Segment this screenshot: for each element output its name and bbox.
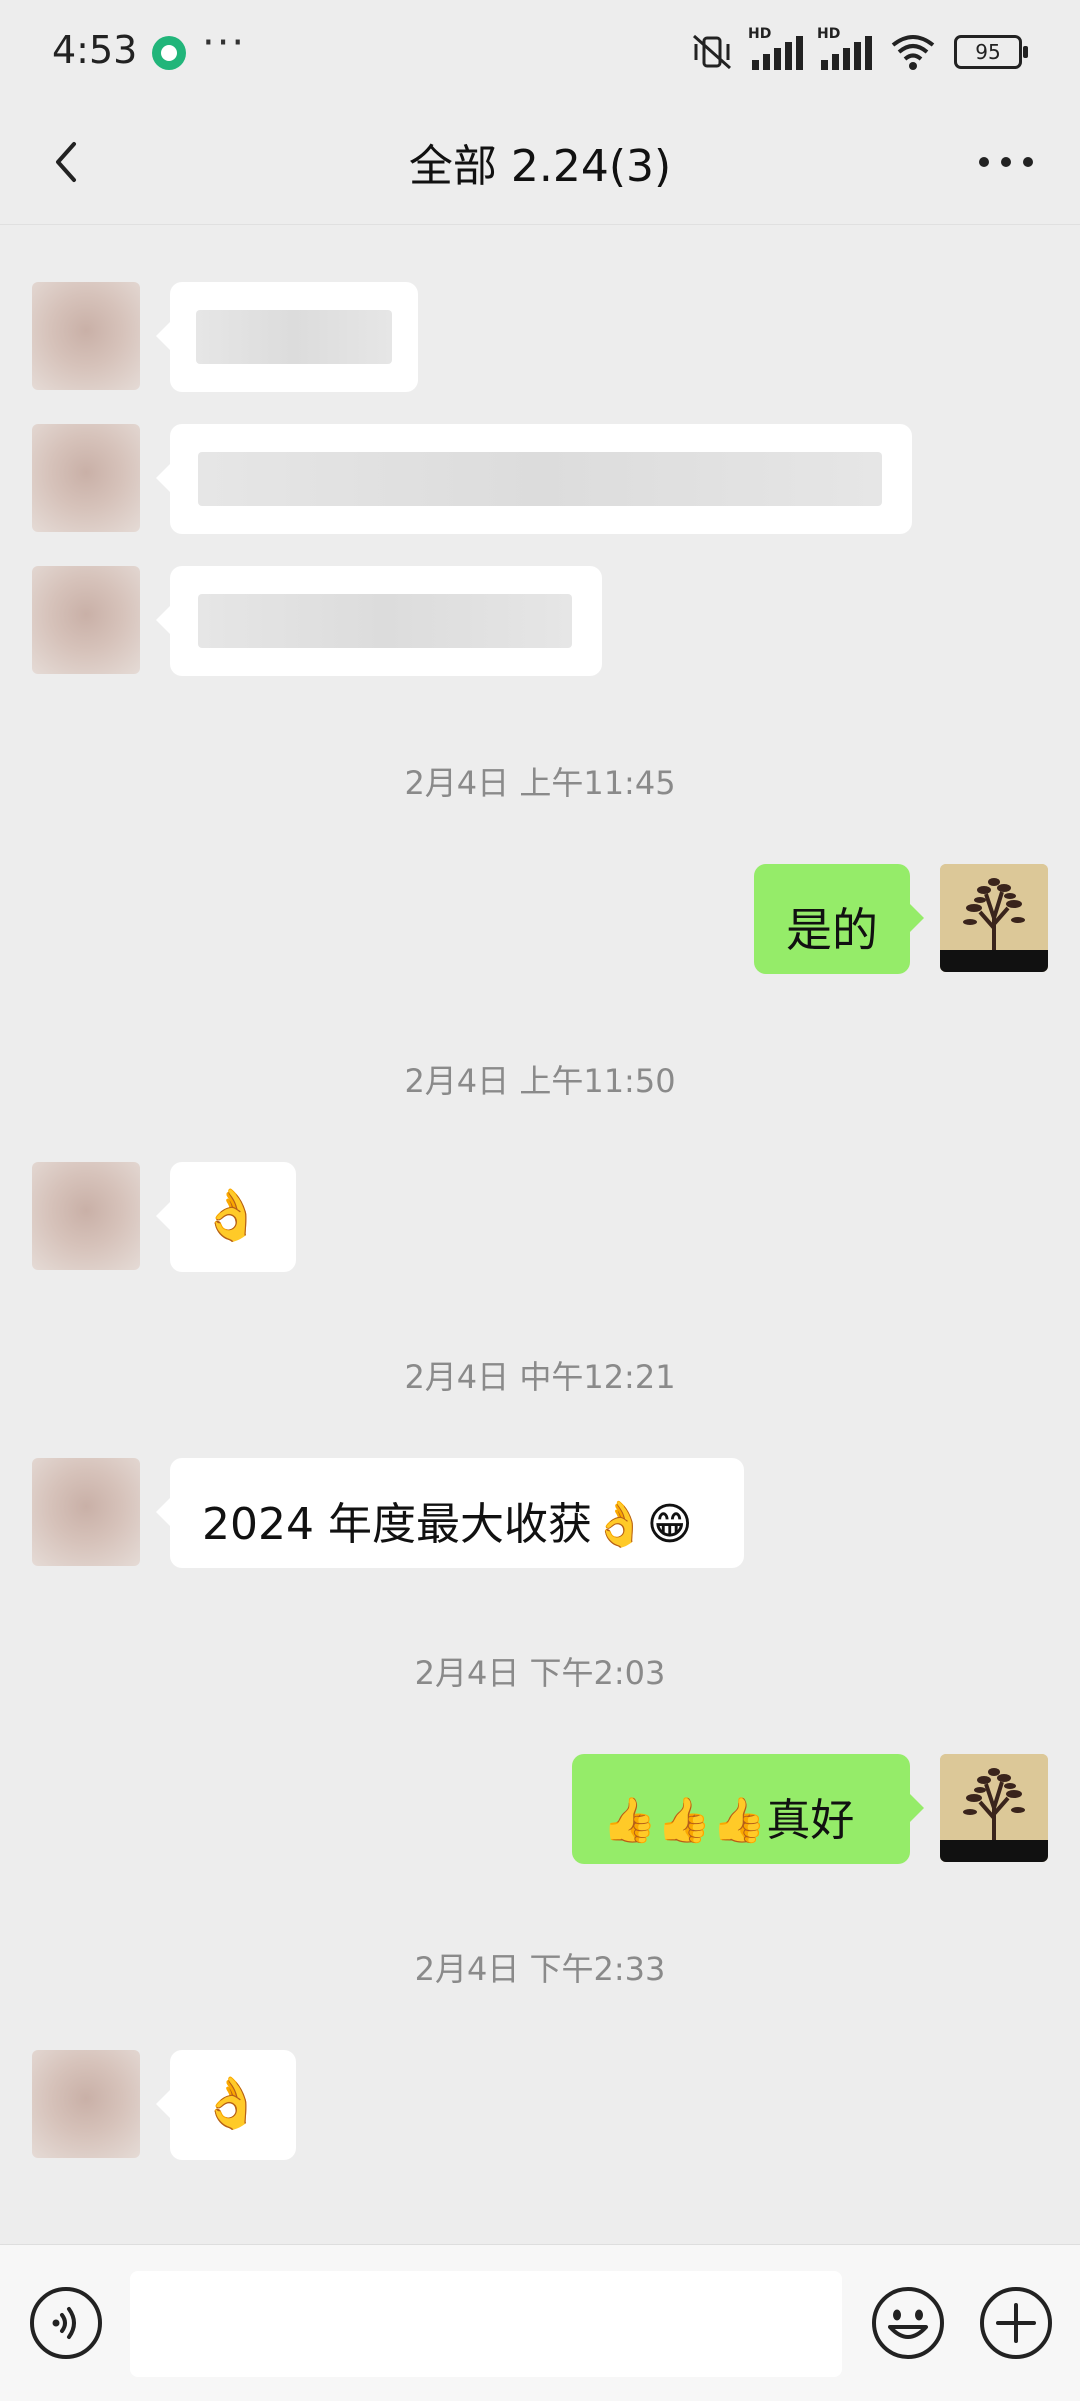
timestamp: 2月4日 上午11:50 [404, 1062, 676, 1100]
more-notifications-icon: ··· [202, 20, 247, 66]
composer-bar [0, 2244, 1080, 2401]
contact-avatar[interactable] [32, 424, 140, 532]
message-bubble[interactable]: 👌 [156, 1162, 296, 1272]
message-list[interactable]: 2月4日 上午11:45 是的 2月4日 上午11:50 👌 2月4日 中午12… [0, 224, 1080, 2244]
contact-avatar[interactable] [32, 282, 140, 390]
chat-title: 全部 2.24(3) [408, 141, 672, 192]
more-dots-icon[interactable] [970, 132, 1042, 192]
hd-label: HD [817, 26, 841, 42]
timestamp: 2月4日 上午11:45 [404, 764, 676, 802]
contact-avatar[interactable] [32, 2050, 140, 2158]
signal-2-icon: HD [817, 26, 872, 70]
contact-avatar[interactable] [32, 566, 140, 674]
timestamp: 2月4日 下午2:03 [414, 1654, 666, 1692]
tree-avatar-icon [940, 864, 1048, 972]
my-avatar[interactable] [940, 864, 1048, 972]
message-text: 👌 [200, 2074, 263, 2132]
timestamp: 2月4日 中午12:21 [404, 1358, 676, 1396]
hd-label: HD [748, 26, 772, 42]
timestamp: 2月4日 下午2:33 [414, 1950, 666, 1988]
message-text: 👍👍👍真好 [602, 1795, 855, 1846]
message-bubble-redacted[interactable] [156, 282, 418, 392]
my-message-bubble[interactable]: 是的 [754, 864, 924, 974]
message-text: 是的 [786, 903, 878, 957]
redacted-text [198, 452, 882, 506]
message-bubble[interactable]: 2024 年度最大收获👌😁 [156, 1458, 744, 1568]
nav-bar: 全部 2.24(3) [0, 100, 1080, 225]
battery-level: 95 [975, 40, 1001, 64]
my-avatar[interactable] [940, 1754, 1048, 1862]
message-bubble-redacted[interactable] [156, 566, 602, 676]
message-text: 👌 [200, 1186, 263, 1244]
app-notification-icon [152, 36, 186, 70]
status-bar: 4:53 ··· HD HD 95 [0, 0, 1080, 100]
wifi-icon [891, 35, 935, 70]
message-text: 2024 年度最大收获👌😁 [202, 1499, 693, 1550]
voice-icon[interactable] [28, 2285, 104, 2361]
message-bubble[interactable]: 👌 [156, 2050, 296, 2160]
status-icons: HD HD 95 [690, 26, 1028, 72]
redacted-text [198, 594, 572, 648]
signal-1-icon: HD [748, 26, 803, 70]
battery-icon: 95 [954, 35, 1028, 69]
redacted-text [196, 310, 392, 364]
contact-avatar[interactable] [32, 1458, 140, 1566]
emoji-icon[interactable] [870, 2285, 946, 2361]
contact-avatar[interactable] [32, 1162, 140, 1270]
tree-avatar-icon [940, 1754, 1048, 1862]
vibrate-mute-icon [693, 34, 731, 70]
status-time: 4:53 [52, 28, 138, 72]
my-message-bubble[interactable]: 👍👍👍真好 [572, 1754, 924, 1864]
message-bubble-redacted[interactable] [156, 424, 912, 534]
plus-icon[interactable] [978, 2285, 1054, 2361]
message-input[interactable] [130, 2271, 842, 2377]
